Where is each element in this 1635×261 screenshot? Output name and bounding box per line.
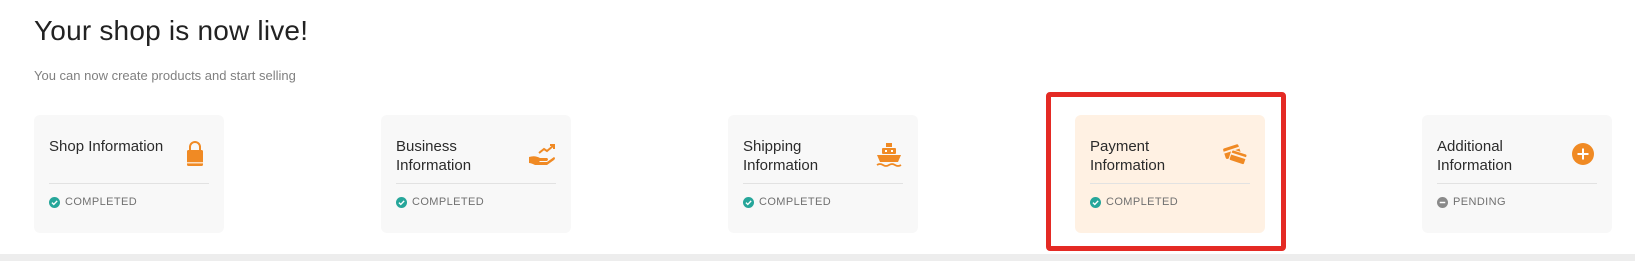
card-payment-information[interactable]: Payment Information COMPLETED	[1075, 115, 1265, 233]
pending-circle-icon	[1437, 196, 1448, 208]
status-text: COMPLETED	[1106, 196, 1179, 208]
card-divider	[743, 183, 903, 184]
card-label: Additional Information	[1437, 138, 1513, 174]
status-text: COMPLETED	[65, 196, 138, 208]
status-indicator: COMPLETED	[396, 196, 484, 208]
status-indicator: PENDING	[1437, 196, 1506, 208]
status-text: PENDING	[1453, 196, 1506, 208]
check-circle-icon	[49, 196, 60, 208]
ship-icon	[874, 139, 904, 169]
card-business-information[interactable]: Business Information COMPLETED	[381, 115, 571, 233]
card-shipping-information[interactable]: Shipping Information COMPLETED	[728, 115, 918, 233]
status-text: COMPLETED	[759, 196, 832, 208]
card-label: Payment Information	[1090, 138, 1166, 174]
check-circle-icon	[743, 196, 754, 208]
card-label: Business Information	[396, 138, 472, 174]
credit-card-icon	[1221, 139, 1251, 169]
card-divider	[1090, 183, 1250, 184]
status-indicator: COMPLETED	[49, 196, 137, 208]
shopping-bag-icon	[180, 139, 210, 169]
check-circle-icon	[1090, 196, 1101, 208]
card-shop-information[interactable]: Shop Information COMPLETED	[34, 115, 224, 233]
card-divider	[1437, 183, 1597, 184]
card-divider	[396, 183, 556, 184]
page-title: Your shop is now live!	[34, 15, 309, 46]
card-additional-information[interactable]: Additional Information PENDING	[1422, 115, 1612, 233]
card-label: Shipping Information	[743, 138, 819, 174]
card-divider	[49, 183, 209, 184]
page-subtitle: You can now create products and start se…	[34, 68, 296, 83]
card-label: Shop Information	[49, 138, 164, 155]
handshake-growth-icon	[527, 139, 557, 169]
status-text: COMPLETED	[412, 196, 485, 208]
plus-circle-icon	[1568, 139, 1598, 169]
check-circle-icon	[396, 196, 407, 208]
status-indicator: COMPLETED	[1090, 196, 1178, 208]
page: Your shop is now live! You can now creat…	[0, 0, 1635, 261]
bottom-divider	[0, 254, 1635, 261]
status-indicator: COMPLETED	[743, 196, 831, 208]
